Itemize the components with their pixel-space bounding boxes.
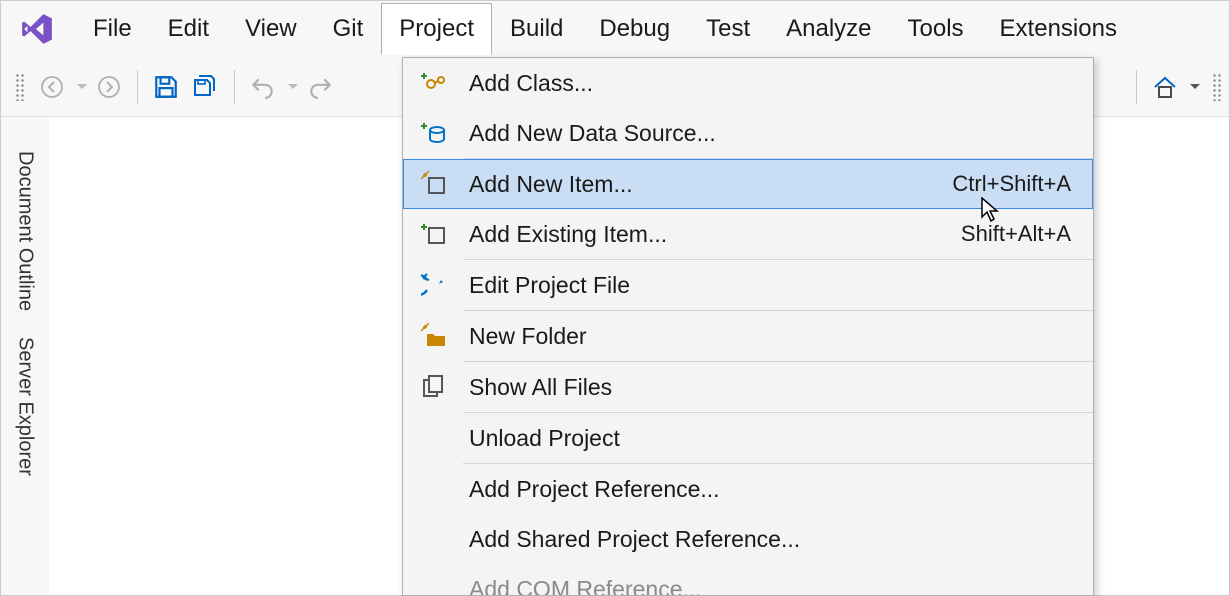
menu-test[interactable]: Test <box>688 3 768 55</box>
mouse-cursor-icon <box>981 197 999 223</box>
menuitem-label: Unload Project <box>469 425 1079 452</box>
home-dropdown[interactable] <box>1190 84 1200 89</box>
edit-project-icon <box>417 270 451 300</box>
menuitem-add-com-reference[interactable]: Add COM Reference... <box>403 564 1093 596</box>
menu-build[interactable]: Build <box>492 3 581 55</box>
menuitem-label: Add New Item... <box>469 171 952 198</box>
home-button[interactable] <box>1147 69 1183 105</box>
menuitem-shortcut: Shift+Alt+A <box>961 221 1071 247</box>
add-class-icon <box>417 68 451 98</box>
blank-icon <box>417 423 451 453</box>
menuitem-add-project-reference[interactable]: Add Project Reference... <box>403 464 1093 514</box>
menu-view[interactable]: View <box>227 3 315 55</box>
menu-git[interactable]: Git <box>315 3 382 55</box>
menuitem-shortcut: Ctrl+Shift+A <box>952 171 1071 197</box>
toolbar-sep <box>137 70 138 104</box>
toolbar-grip[interactable] <box>15 73 24 101</box>
menuitem-add-shared-project-reference[interactable]: Add Shared Project Reference... <box>403 514 1093 564</box>
menuitem-label: Add New Data Source... <box>469 120 1079 147</box>
menuitem-unload-project[interactable]: Unload Project <box>403 413 1093 463</box>
blank-icon <box>417 474 451 504</box>
project-menu-dropdown: Add Class... Add New Data Source... Add … <box>402 57 1094 596</box>
menuitem-label: Edit Project File <box>469 272 1079 299</box>
toolbar-sep <box>1136 70 1137 104</box>
blank-icon <box>417 524 451 554</box>
undo-dropdown[interactable] <box>288 84 298 89</box>
menu-project[interactable]: Project <box>381 3 492 55</box>
menuitem-edit-project-file[interactable]: Edit Project File <box>403 260 1093 310</box>
menuitem-new-folder[interactable]: New Folder <box>403 311 1093 361</box>
menu-edit[interactable]: Edit <box>150 3 227 55</box>
new-folder-icon <box>417 321 451 351</box>
menu-analyze[interactable]: Analyze <box>768 3 889 55</box>
menuitem-label: Add COM Reference... <box>469 576 1079 596</box>
menuitem-add-class[interactable]: Add Class... <box>403 58 1093 108</box>
save-button[interactable] <box>148 69 184 105</box>
add-existing-item-icon <box>417 219 451 249</box>
sidebar: Document Outline Server Explorer <box>1 117 49 595</box>
vs-logo-icon <box>17 9 57 49</box>
redo-button[interactable] <box>302 69 338 105</box>
undo-button[interactable] <box>245 69 281 105</box>
menuitem-label: Add Project Reference... <box>469 476 1079 503</box>
menuitem-label: New Folder <box>469 323 1079 350</box>
add-new-item-icon <box>417 169 451 199</box>
show-all-files-icon <box>417 372 451 402</box>
sidebar-tab-server-explorer[interactable]: Server Explorer <box>10 333 41 480</box>
menu-file[interactable]: File <box>75 3 150 55</box>
menuitem-add-new-data-source[interactable]: Add New Data Source... <box>403 108 1093 158</box>
menu-extensions[interactable]: Extensions <box>982 3 1135 55</box>
sidebar-tab-document-outline[interactable]: Document Outline <box>10 147 41 315</box>
menuitem-label: Add Existing Item... <box>469 221 961 248</box>
menubar: File Edit View Git Project Build Debug T… <box>1 1 1229 57</box>
toolbar-sep <box>234 70 235 104</box>
nav-back-button[interactable] <box>34 69 70 105</box>
nav-forward-button[interactable] <box>91 69 127 105</box>
toolbar-grip[interactable] <box>1212 73 1221 101</box>
menuitem-label: Add Class... <box>469 70 1079 97</box>
save-all-button[interactable] <box>188 69 224 105</box>
add-datasource-icon <box>417 118 451 148</box>
menuitem-label: Show All Files <box>469 374 1079 401</box>
nav-back-dropdown[interactable] <box>77 84 87 89</box>
menuitem-label: Add Shared Project Reference... <box>469 526 1079 553</box>
menuitem-show-all-files[interactable]: Show All Files <box>403 362 1093 412</box>
menu-debug[interactable]: Debug <box>581 3 688 55</box>
blank-icon <box>417 574 451 596</box>
menu-tools[interactable]: Tools <box>890 3 982 55</box>
